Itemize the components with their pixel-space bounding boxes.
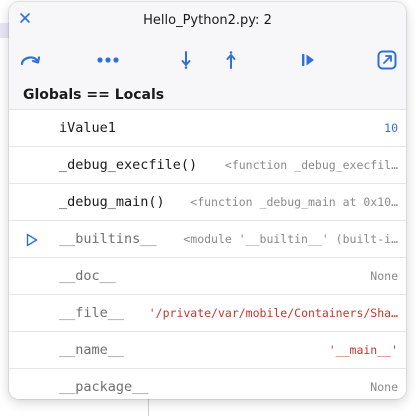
disclosure-triangle-icon[interactable] xyxy=(26,232,38,247)
variable-row[interactable]: iValue1 10 xyxy=(9,110,406,147)
variable-row[interactable]: __builtins__ <module '__builtin__' (buil… xyxy=(9,221,406,258)
debug-toolbar xyxy=(9,40,406,82)
variable-value: <function _debug_execfil… xyxy=(224,158,398,172)
variable-value: 10 xyxy=(384,121,398,135)
variable-name: iValue1 xyxy=(59,120,116,136)
variable-name: __package__ xyxy=(59,379,149,395)
continue-icon[interactable] xyxy=(296,48,320,72)
variable-value: None xyxy=(370,380,398,394)
debugger-popover: Hello_Python2.py: 2 Globals == Locals iV… xyxy=(9,2,406,399)
variable-row[interactable]: __package__ None xyxy=(9,369,406,399)
scope-heading: Globals == Locals xyxy=(23,87,165,103)
variable-row[interactable]: _debug_execfile() <function _debug_execf… xyxy=(9,147,406,184)
window-title: Hello_Python2.py: 2 xyxy=(143,13,272,28)
variable-name: _debug_execfile() xyxy=(59,157,198,173)
editor-divider xyxy=(148,398,149,416)
variable-value: <module '__builtin__' (built-i… xyxy=(183,232,398,246)
variable-name: __doc__ xyxy=(59,268,116,284)
variables-list: iValue1 10 _debug_execfile() <function _… xyxy=(9,109,406,399)
title-bar: Hello_Python2.py: 2 xyxy=(9,2,406,40)
variable-name: __name__ xyxy=(59,342,125,358)
step-out-icon[interactable] xyxy=(219,48,243,72)
step-into-icon[interactable] xyxy=(174,48,198,72)
step-over-icon[interactable] xyxy=(18,48,42,72)
variable-row[interactable]: __doc__ None xyxy=(9,258,406,295)
variable-value: '/private/var/mobile/Containers/Sha… xyxy=(148,306,398,320)
variable-value: '__main__' xyxy=(328,343,398,357)
variable-name: _debug_main() xyxy=(59,194,165,210)
expand-icon[interactable] xyxy=(375,48,399,72)
variable-value: <function _debug_main at 0x10… xyxy=(190,195,398,209)
variable-name: __file__ xyxy=(59,305,125,321)
variable-row[interactable]: __name__ '__main__' xyxy=(9,332,406,369)
more-icon[interactable] xyxy=(96,48,120,72)
variable-name: __builtins__ xyxy=(59,231,157,247)
variable-value: None xyxy=(370,269,398,283)
variable-row[interactable]: __file__ '/private/var/mobile/Containers… xyxy=(9,295,406,332)
variable-row[interactable]: _debug_main() <function _debug_main at 0… xyxy=(9,184,406,221)
